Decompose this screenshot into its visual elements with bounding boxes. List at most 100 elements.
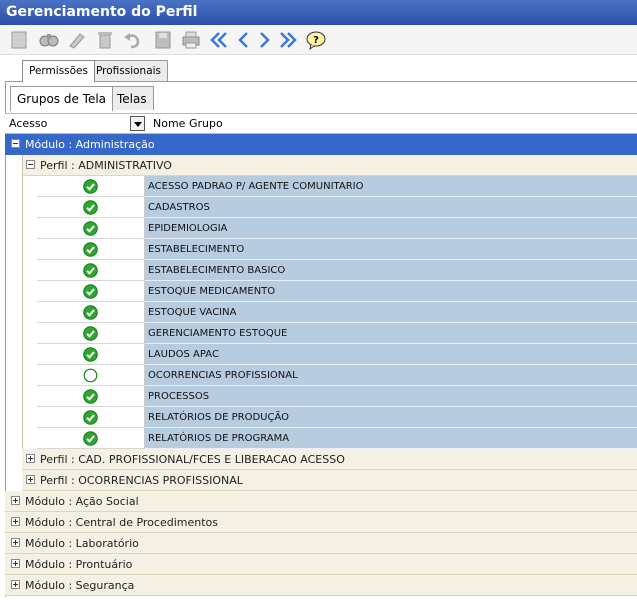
grid-header: Acesso Nome Grupo — [5, 113, 637, 134]
tab-telas[interactable]: Telas — [110, 86, 154, 110]
expand-icon[interactable] — [11, 496, 20, 505]
checked-icon[interactable] — [83, 200, 98, 215]
checked-icon[interactable] — [83, 221, 98, 236]
access-cell — [37, 218, 145, 239]
group-name-cell: ESTOQUE VACINA — [145, 302, 637, 323]
tab-permissoes[interactable]: Permissões — [22, 60, 95, 82]
table-row[interactable]: EPIDEMIOLOGIA — [37, 218, 637, 239]
unchecked-icon[interactable] — [83, 368, 98, 383]
collapse-icon[interactable] — [26, 160, 35, 169]
checked-icon[interactable] — [83, 284, 98, 299]
expand-icon[interactable] — [26, 475, 35, 484]
module-row-collapsed[interactable]: Módulo : Segurança — [5, 575, 637, 596]
undo-icon[interactable] — [121, 29, 143, 51]
group-name-cell: EPIDEMIOLOGIA — [145, 218, 637, 239]
edit-icon[interactable] — [66, 29, 88, 51]
group-name-cell: RELATÓRIOS DE PROGRAMA — [145, 428, 637, 449]
checked-icon[interactable] — [83, 326, 98, 341]
table-row[interactable]: ESTOQUE VACINA — [37, 302, 637, 323]
group-name-cell: ESTABELECIMENTO — [145, 239, 637, 260]
perfil-label: Perfil : CAD. PROFISSIONAL/FCES E LIBERA… — [40, 453, 345, 466]
access-cell — [37, 344, 145, 365]
checked-icon[interactable] — [83, 179, 98, 194]
perfil-label: Perfil : OCORRENCIAS PROFISSIONAL — [40, 474, 243, 487]
group-name-cell: OCORRENCIAS PROFISSIONAL — [145, 365, 637, 386]
table-row[interactable]: PROCESSOS — [37, 386, 637, 407]
module-row-collapsed[interactable]: Módulo : Prontuário — [5, 554, 637, 575]
tab-grupos-de-tela[interactable]: Grupos de Tela — [10, 86, 114, 111]
tab-profissionais[interactable]: Profissionais — [89, 60, 169, 81]
table-row[interactable]: LAUDOS APAC — [37, 344, 637, 365]
checked-icon[interactable] — [83, 305, 98, 320]
module-label: Módulo : Central de Procedimentos — [25, 516, 218, 529]
group-name-cell: LAUDOS APAC — [145, 344, 637, 365]
column-nome-grupo-header: Nome Grupo — [153, 117, 223, 130]
table-row[interactable]: CADASTROS — [37, 197, 637, 218]
access-cell — [37, 386, 145, 407]
checked-icon[interactable] — [83, 410, 98, 425]
module-row-collapsed[interactable]: Módulo : Ação Social — [5, 491, 637, 512]
perfil-label: Perfil : ADMINISTRATIVO — [40, 159, 172, 172]
access-cell — [37, 260, 145, 281]
group-name-cell: CADASTROS — [145, 197, 637, 218]
access-cell — [37, 281, 145, 302]
previous-icon[interactable] — [232, 29, 254, 51]
module-label: Módulo : Prontuário — [25, 558, 133, 571]
checked-icon[interactable] — [83, 347, 98, 362]
help-icon[interactable]: ? — [305, 29, 327, 51]
checked-icon[interactable] — [83, 389, 98, 404]
table-row[interactable]: ESTOQUE MEDICAMENTO — [37, 281, 637, 302]
search-icon[interactable] — [38, 29, 60, 51]
group-name-cell: ACESSO PADRAO P/ AGENTE COMUNITARIO — [145, 176, 637, 197]
toolbar: ? — [0, 25, 637, 55]
save-icon[interactable] — [152, 29, 174, 51]
column-dropdown[interactable] — [130, 116, 145, 131]
module-label: Módulo : Administração — [25, 138, 155, 151]
table-row[interactable]: ACESSO PADRAO P/ AGENTE COMUNITARIO — [37, 176, 637, 197]
group-name-cell: RELATÓRIOS DE PRODUÇÃO — [145, 407, 637, 428]
module-row-expanded[interactable]: Módulo : Administração — [5, 134, 637, 155]
svg-text:?: ? — [313, 35, 319, 46]
module-row-collapsed[interactable]: Módulo : Central de Procedimentos — [5, 512, 637, 533]
expand-icon[interactable] — [11, 559, 20, 568]
perfil-row-collapsed[interactable]: Perfil : CAD. PROFISSIONAL/FCES E LIBERA… — [22, 449, 637, 470]
column-acesso-header: Acesso — [9, 117, 48, 130]
module-row-collapsed[interactable]: Módulo : Laboratório — [5, 533, 637, 554]
table-row[interactable]: RELATÓRIOS DE PRODUÇÃO — [37, 407, 637, 428]
print-icon[interactable] — [180, 29, 202, 51]
checked-icon[interactable] — [83, 431, 98, 446]
group-name-cell: PROCESSOS — [145, 386, 637, 407]
module-label: Módulo : Ação Social — [25, 495, 139, 508]
expand-icon[interactable] — [11, 538, 20, 547]
access-cell — [37, 197, 145, 218]
expand-icon[interactable] — [11, 517, 20, 526]
first-icon[interactable] — [208, 29, 230, 51]
next-icon[interactable] — [254, 29, 276, 51]
checked-icon[interactable] — [83, 242, 98, 257]
access-cell — [37, 239, 145, 260]
access-cell — [37, 365, 145, 386]
last-icon[interactable] — [277, 29, 299, 51]
new-icon[interactable] — [8, 29, 30, 51]
table-row[interactable]: ESTABELECIMENTO — [37, 239, 637, 260]
group-name-cell: ESTABELECIMENTO BASICO — [145, 260, 637, 281]
access-cell — [37, 428, 145, 449]
delete-icon[interactable] — [94, 29, 116, 51]
access-cell — [37, 302, 145, 323]
table-row[interactable]: ESTABELECIMENTO BASICO — [37, 260, 637, 281]
checked-icon[interactable] — [83, 263, 98, 278]
module-label: Módulo : Laboratório — [25, 537, 139, 550]
window-title: Gerenciamento do Perfil — [0, 0, 637, 25]
group-name-cell: GERENCIAMENTO ESTOQUE — [145, 323, 637, 344]
expand-icon[interactable] — [26, 454, 35, 463]
table-row[interactable]: OCORRENCIAS PROFISSIONAL — [37, 365, 637, 386]
perfil-row-expanded[interactable]: Perfil : ADMINISTRATIVO — [22, 155, 637, 176]
access-cell — [37, 323, 145, 344]
access-cell — [37, 407, 145, 428]
perfil-row-collapsed[interactable]: Perfil : OCORRENCIAS PROFISSIONAL — [22, 470, 637, 491]
table-row[interactable]: GERENCIAMENTO ESTOQUE — [37, 323, 637, 344]
access-cell — [37, 176, 145, 197]
expand-icon[interactable] — [11, 580, 20, 589]
table-row[interactable]: RELATÓRIOS DE PROGRAMA — [37, 428, 637, 449]
collapse-icon[interactable] — [11, 139, 20, 148]
